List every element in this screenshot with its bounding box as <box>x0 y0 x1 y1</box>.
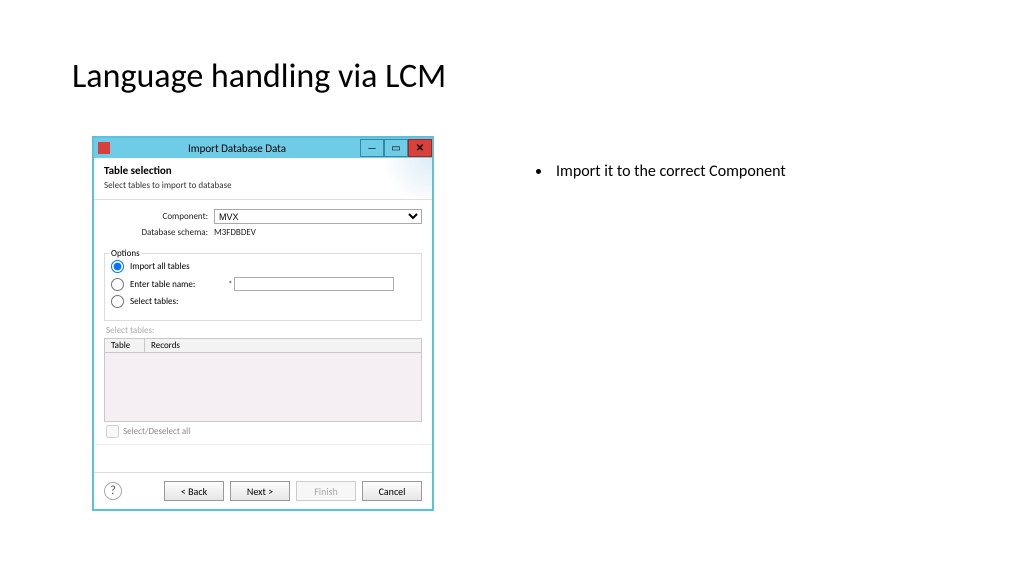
finish-button: Finish <box>296 481 356 501</box>
slide-bullets: Import it to the correct Component <box>532 162 786 181</box>
required-asterisk: * <box>228 279 232 290</box>
select-all-label: Select/Deselect all <box>123 426 190 437</box>
import-database-window: Import Database Data — ▭ ✕ Table selecti… <box>92 136 434 511</box>
schema-value: M3FDBDEV <box>214 227 256 238</box>
window-title: Import Database Data <box>114 142 360 155</box>
help-icon[interactable]: ? <box>104 482 122 500</box>
panel-title: Table selection <box>104 164 422 177</box>
table-name-input[interactable] <box>234 277 394 291</box>
panel-subtitle: Select tables to import to database <box>104 180 422 191</box>
label-import-all: Import all tables <box>130 261 220 272</box>
radio-select-tables[interactable] <box>111 295 124 308</box>
options-group: Options Import all tables Enter table na… <box>104 253 422 321</box>
bullet-item: Import it to the correct Component <box>552 162 786 181</box>
component-label: Component: <box>104 211 214 222</box>
radio-import-all[interactable] <box>111 260 124 273</box>
label-enter-name: Enter table name: <box>130 279 220 290</box>
radio-enter-name[interactable] <box>111 278 124 291</box>
tables-listbox[interactable]: Table Records <box>104 338 422 422</box>
select-tables-label: Select tables: <box>104 325 422 336</box>
close-button[interactable]: ✕ <box>408 139 432 157</box>
back-button[interactable]: < Back <box>164 481 224 501</box>
options-legend: Options <box>109 248 142 259</box>
column-table[interactable]: Table <box>105 339 145 352</box>
titlebar[interactable]: Import Database Data — ▭ ✕ <box>94 138 432 158</box>
next-button[interactable]: Next > <box>230 481 290 501</box>
component-select[interactable]: MVX <box>214 209 422 224</box>
cancel-button[interactable]: Cancel <box>362 481 422 501</box>
label-select-tables: Select tables: <box>130 296 220 307</box>
minimize-button[interactable]: — <box>360 139 384 157</box>
maximize-button[interactable]: ▭ <box>384 139 408 157</box>
slide-title: Language handling via LCM <box>72 56 446 97</box>
schema-label: Database schema: <box>104 227 214 238</box>
column-records[interactable]: Records <box>145 339 186 352</box>
app-icon <box>98 142 110 154</box>
select-all-checkbox[interactable] <box>106 425 119 438</box>
